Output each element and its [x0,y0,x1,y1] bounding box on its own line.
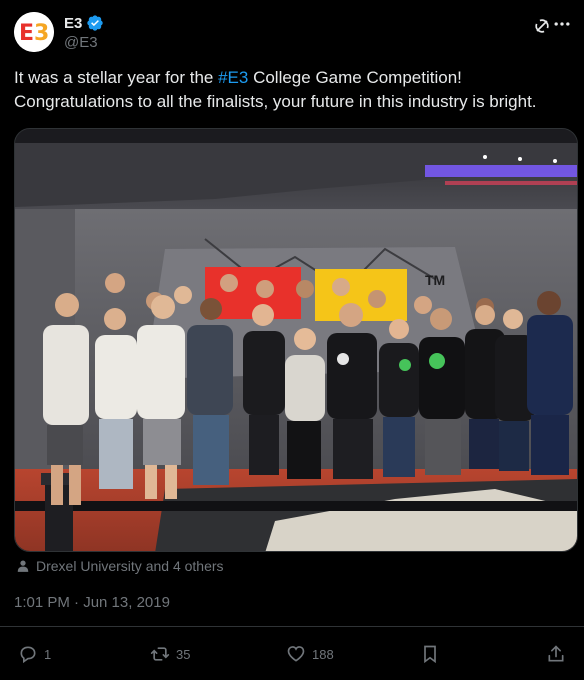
tagged-people[interactable]: Drexel University and 4 others [16,558,224,574]
display-name[interactable]: E3 [64,15,82,32]
verified-badge-icon [87,15,104,31]
share-button[interactable] [546,644,566,664]
grok-icon[interactable] [532,16,552,36]
reply-button[interactable]: 1 [18,644,51,664]
person-icon [17,560,29,572]
svg-text:3: 3 [34,21,49,46]
tweet-text: It was a stellar year for the #E3 Colleg… [14,66,570,114]
avatar[interactable]: E 3 [14,12,54,52]
heart-icon [287,646,305,662]
group-photo-illustration: TM [15,129,577,551]
like-count: 188 [312,646,334,662]
tm-mark: TM [425,272,445,288]
tweet-header: E 3 E3 @E3 [14,12,570,56]
action-bar: 1 35 188 [18,644,570,668]
reply-icon [20,646,36,664]
like-button[interactable]: 188 [286,644,334,664]
name-row: E3 [64,14,104,32]
bookmark-icon [424,645,436,664]
retweet-button[interactable]: 35 [150,644,190,664]
reply-count: 1 [44,646,52,662]
tweet-photo[interactable]: TM [14,128,578,552]
bookmark-button[interactable] [420,644,440,664]
divider [0,626,584,627]
tweet-text-start: It was a stellar year for the [14,68,219,87]
retweet-count: 35 [176,646,191,662]
share-icon [548,645,564,662]
more-options-icon[interactable] [552,14,572,34]
timestamp[interactable]: 1:01 PM · Jun 13, 2019 [14,594,170,611]
tagged-people-label: Drexel University and 4 others [36,558,224,574]
handle[interactable]: @E3 [64,34,98,51]
svg-text:E: E [19,21,34,46]
hashtag-link[interactable]: #E3 [218,68,248,87]
e3-logo-icon: E 3 [14,12,54,52]
retweet-icon [150,647,170,661]
